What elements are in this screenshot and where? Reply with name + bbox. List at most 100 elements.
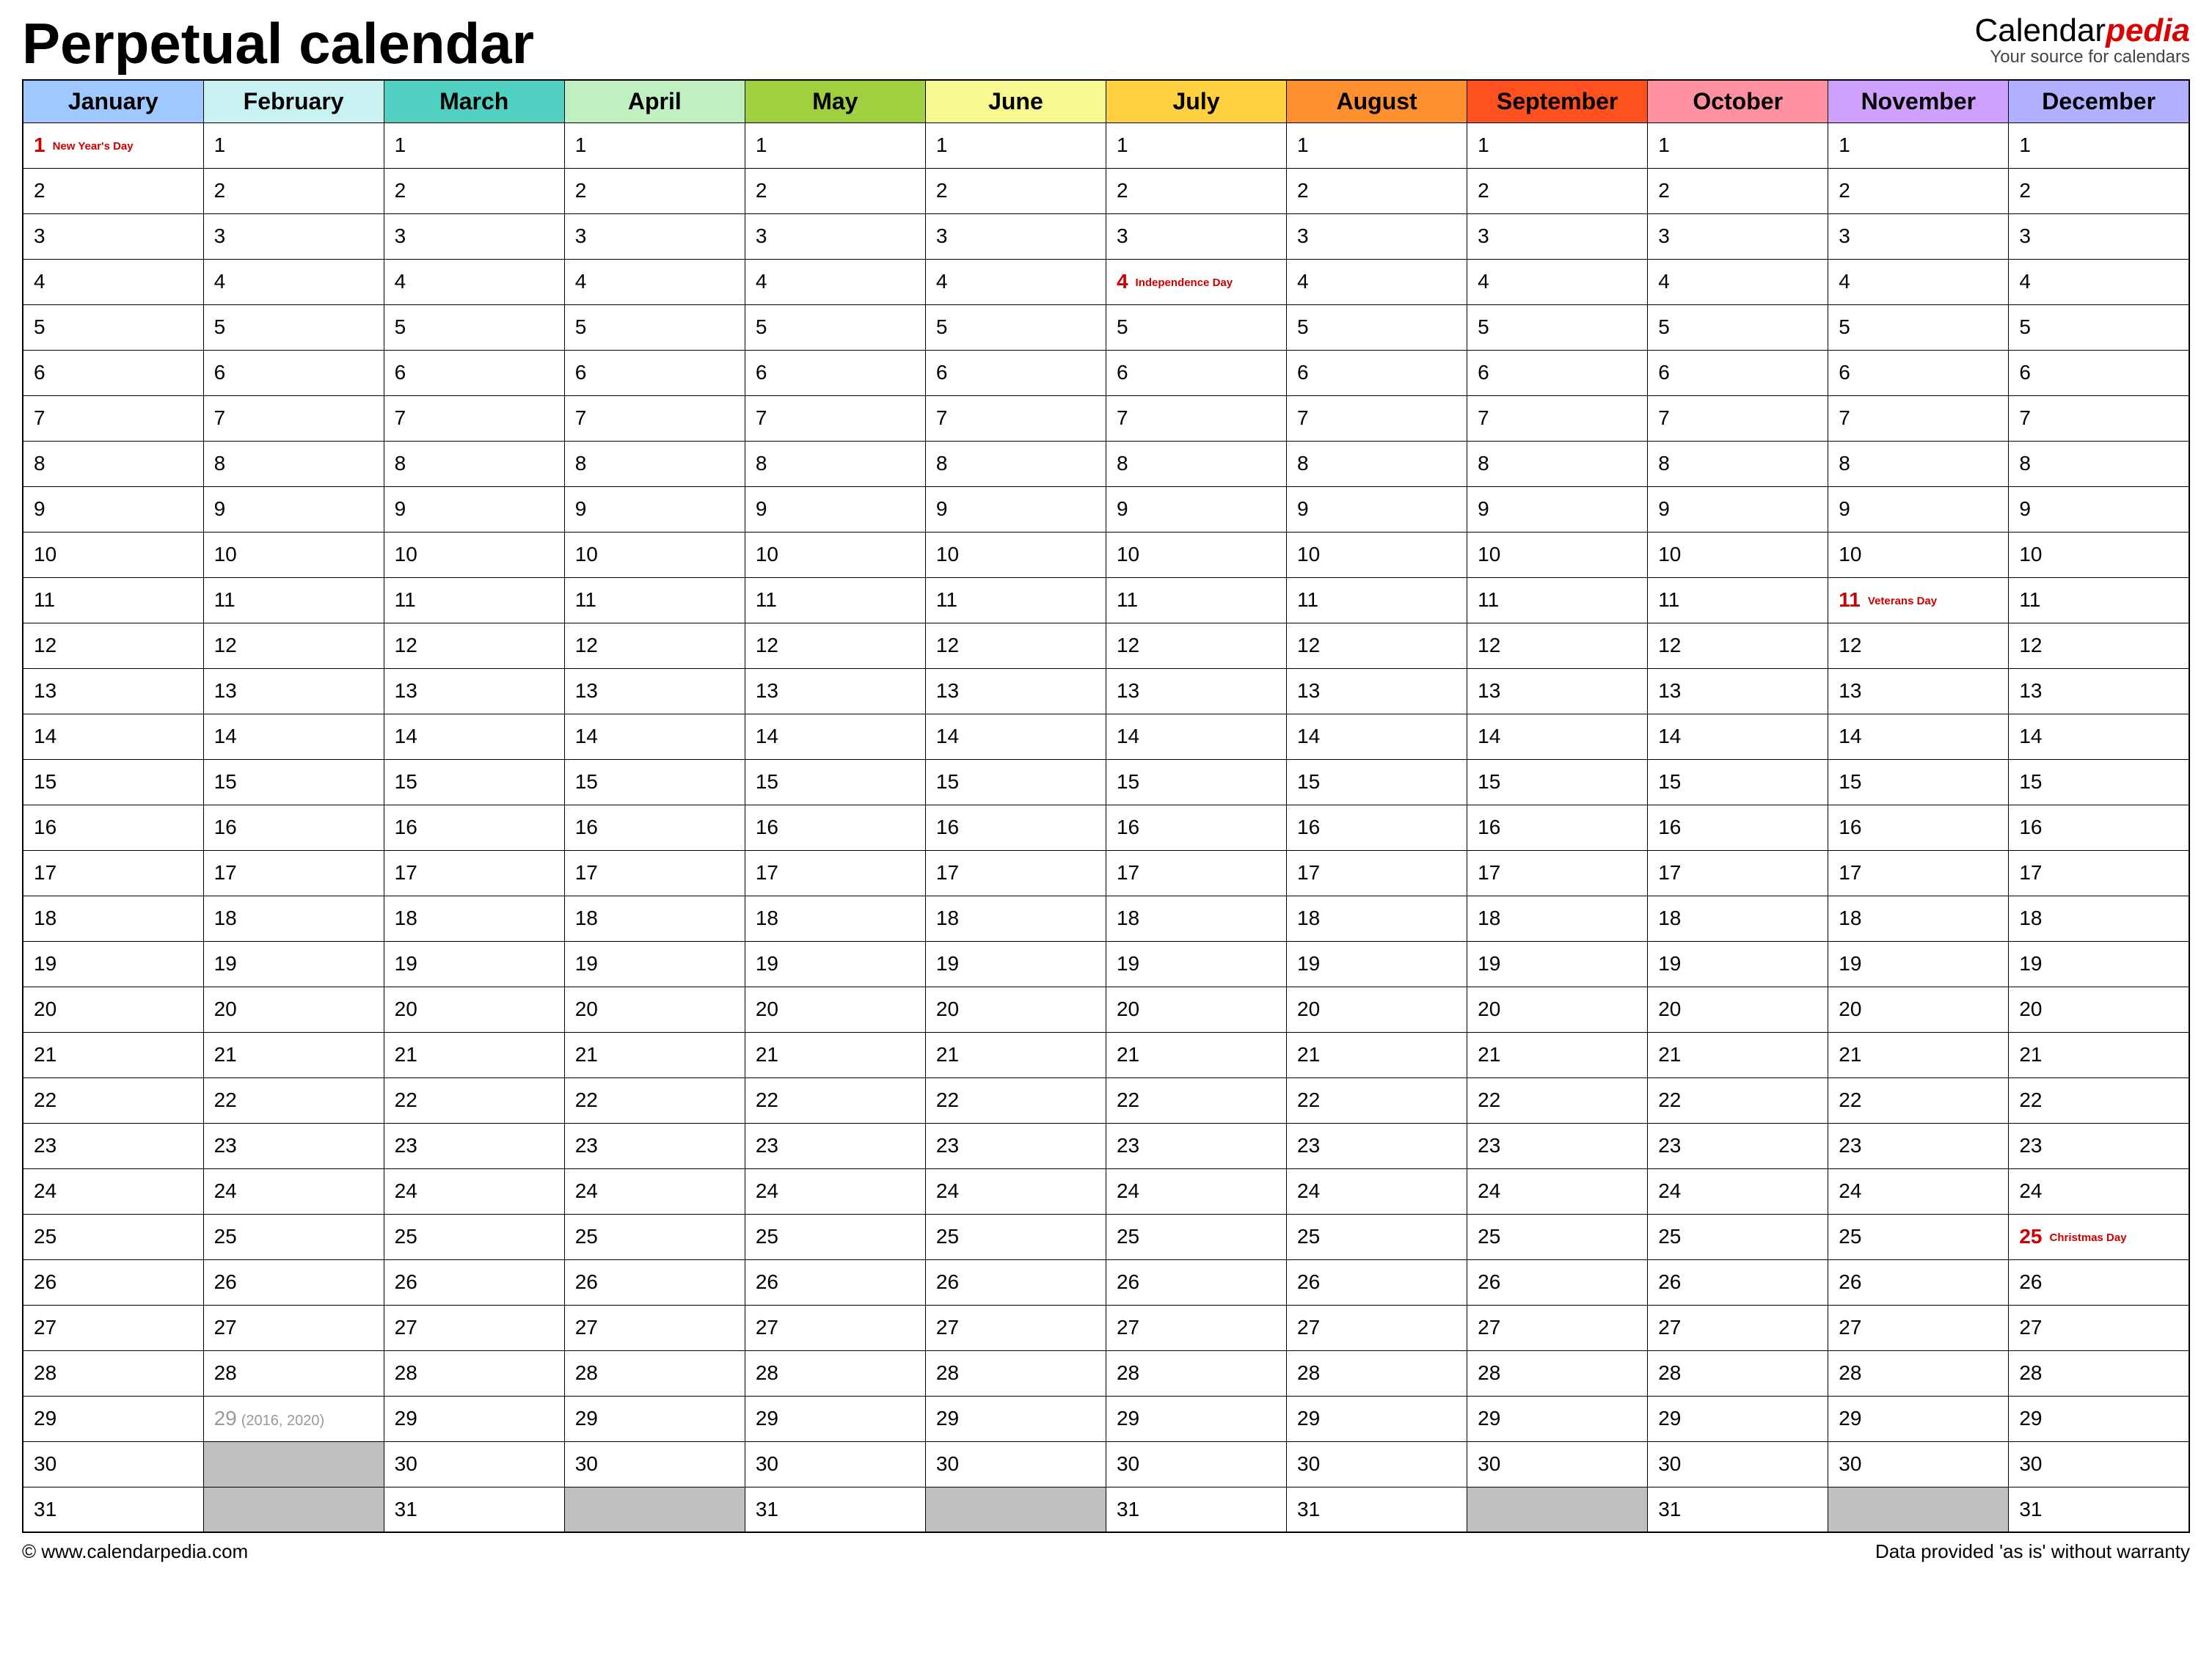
day-cell: 19	[203, 941, 384, 987]
day-cell: 23	[1828, 1123, 2009, 1168]
day-cell: 17	[1648, 850, 1828, 896]
day-cell: 6	[564, 350, 745, 395]
day-cell: 19	[2009, 941, 2189, 987]
day-cell: 8	[1106, 441, 1286, 486]
day-cell: 24	[745, 1168, 925, 1214]
day-cell: 16	[1828, 805, 2009, 850]
day-cell: 8	[384, 441, 564, 486]
day-cell: 19	[1828, 941, 2009, 987]
day-cell: 23	[2009, 1123, 2189, 1168]
day-cell: 3	[564, 213, 745, 259]
day-cell: 7	[1467, 395, 1648, 441]
day-cell: 1New Year's Day	[23, 122, 203, 168]
day-cell: 16	[925, 805, 1106, 850]
day-cell: 8	[564, 441, 745, 486]
day-cell: 25	[564, 1214, 745, 1259]
day-cell	[925, 1487, 1106, 1532]
day-cell: 7	[564, 395, 745, 441]
day-cell: 1	[1648, 122, 1828, 168]
month-header-january: January	[23, 80, 203, 122]
day-cell: 4	[1287, 259, 1467, 304]
day-cell: 16	[23, 805, 203, 850]
day-cell: 2	[1106, 168, 1286, 213]
day-cell: 20	[925, 987, 1106, 1032]
day-cell: 11	[564, 577, 745, 623]
day-cell: 7	[925, 395, 1106, 441]
day-cell: 13	[1287, 668, 1467, 714]
day-cell: 14	[23, 714, 203, 759]
day-cell: 19	[384, 941, 564, 987]
day-cell: 10	[2009, 532, 2189, 577]
day-cell: 11	[925, 577, 1106, 623]
day-cell: 1	[925, 122, 1106, 168]
month-header-may: May	[745, 80, 925, 122]
day-cell: 27	[384, 1305, 564, 1350]
day-cell: 12	[2009, 623, 2189, 668]
day-cell: 26	[23, 1259, 203, 1305]
day-cell: 4	[203, 259, 384, 304]
day-cell: 25	[925, 1214, 1106, 1259]
day-cell: 17	[1106, 850, 1286, 896]
day-cell: 4	[2009, 259, 2189, 304]
day-cell: 4	[925, 259, 1106, 304]
day-cell: 2	[745, 168, 925, 213]
day-cell: 22	[1106, 1077, 1286, 1123]
day-cell	[1467, 1487, 1648, 1532]
day-cell	[1828, 1487, 2009, 1532]
day-cell: 27	[1467, 1305, 1648, 1350]
day-cell: 5	[1467, 304, 1648, 350]
table-row: 131313131313131313131313	[23, 668, 2189, 714]
day-cell: 17	[1467, 850, 1648, 896]
day-cell: 6	[1287, 350, 1467, 395]
day-cell: 31	[745, 1487, 925, 1532]
day-cell: 23	[745, 1123, 925, 1168]
day-cell: 25	[1828, 1214, 2009, 1259]
day-cell: 13	[564, 668, 745, 714]
day-cell: 10	[745, 532, 925, 577]
day-cell: 23	[23, 1123, 203, 1168]
day-cell: 9	[203, 486, 384, 532]
day-cell: 31	[384, 1487, 564, 1532]
day-cell: 24	[1106, 1168, 1286, 1214]
table-row: 3030303030303030303030	[23, 1441, 2189, 1487]
day-cell: 3	[23, 213, 203, 259]
table-row: 252525252525252525252525Christmas Day	[23, 1214, 2189, 1259]
day-cell: 26	[384, 1259, 564, 1305]
day-cell: 20	[384, 987, 564, 1032]
day-cell: 9	[745, 486, 925, 532]
day-cell: 27	[745, 1305, 925, 1350]
day-cell: 19	[564, 941, 745, 987]
day-cell: 26	[1828, 1259, 2009, 1305]
day-cell: 5	[1828, 304, 2009, 350]
day-cell: 5	[384, 304, 564, 350]
day-cell: 9	[1287, 486, 1467, 532]
day-cell: 31	[1106, 1487, 1286, 1532]
table-row: 161616161616161616161616	[23, 805, 2189, 850]
day-cell: 11	[203, 577, 384, 623]
day-cell: 8	[1828, 441, 2009, 486]
day-cell: 10	[564, 532, 745, 577]
day-cell: 24	[1467, 1168, 1648, 1214]
day-cell: 26	[203, 1259, 384, 1305]
day-cell: 21	[23, 1032, 203, 1077]
day-cell: 15	[1467, 759, 1648, 805]
day-cell: 28	[925, 1350, 1106, 1396]
day-cell: 27	[23, 1305, 203, 1350]
day-cell: 29	[1106, 1396, 1286, 1441]
day-cell: 4	[1828, 259, 2009, 304]
table-row: 2929(2016, 2020)29292929292929292929	[23, 1396, 2189, 1441]
day-cell: 18	[384, 896, 564, 941]
day-cell: 29	[745, 1396, 925, 1441]
day-cell: 23	[1106, 1123, 1286, 1168]
day-cell: 16	[1287, 805, 1467, 850]
day-cell: 1	[2009, 122, 2189, 168]
day-cell: 18	[1106, 896, 1286, 941]
day-cell: 7	[384, 395, 564, 441]
day-cell: 18	[925, 896, 1106, 941]
day-cell: 21	[203, 1032, 384, 1077]
day-cell	[203, 1441, 384, 1487]
day-cell: 6	[1106, 350, 1286, 395]
day-cell: 16	[203, 805, 384, 850]
day-cell: 11	[1467, 577, 1648, 623]
table-row: 222222222222	[23, 168, 2189, 213]
